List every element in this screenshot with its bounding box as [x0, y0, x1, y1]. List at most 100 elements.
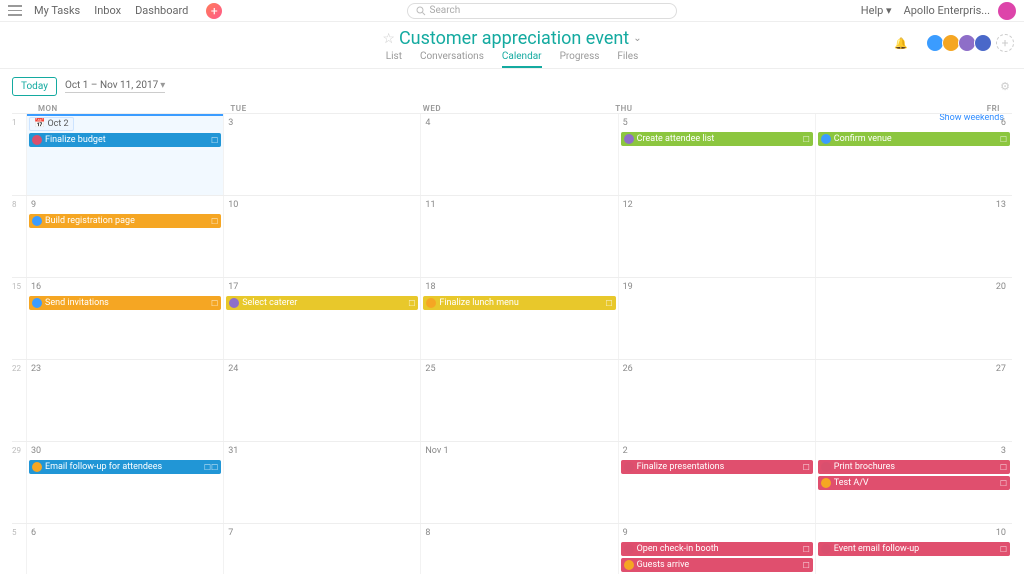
today-button[interactable]: Today	[12, 77, 57, 96]
calendar-day[interactable]: 31	[223, 442, 420, 523]
task-card[interactable]: Finalize budget☐	[29, 133, 221, 147]
calendar-day[interactable]: 23	[26, 360, 223, 441]
task-card[interactable]: Test A/V☐	[818, 476, 1010, 490]
member-avatar[interactable]	[974, 34, 992, 52]
calendar-day[interactable]: 16 Send invitations☐	[26, 278, 223, 359]
day-header-thu: THU	[615, 104, 807, 113]
check-icon: ☐	[211, 299, 218, 308]
check-icon: ☐	[803, 135, 810, 144]
workspace-name[interactable]: Apollo Enterpris...	[904, 4, 990, 17]
chevron-down-icon: ▾	[886, 4, 892, 17]
tab-list[interactable]: List	[386, 51, 402, 68]
calendar-day[interactable]: 6 Confirm venue☐	[815, 114, 1012, 195]
task-card[interactable]: Select caterer☐	[226, 296, 418, 310]
day-number: 13	[818, 198, 1010, 212]
day-number: 19	[621, 280, 813, 294]
day-number: 26	[621, 362, 813, 376]
search-icon	[416, 6, 426, 16]
calendar-day[interactable]: 3 Print brochures☐ Test A/V☐	[815, 442, 1012, 523]
calendar-day[interactable]: 26	[618, 360, 815, 441]
check-icon: ☐	[211, 136, 218, 145]
assignee-avatar	[624, 134, 634, 144]
day-number: 6	[818, 116, 1010, 130]
page-title[interactable]: Customer appreciation event	[399, 28, 629, 49]
day-number: 20	[818, 280, 1010, 294]
calendar-day[interactable]: 2 Finalize presentations☐	[618, 442, 815, 523]
calendar-day[interactable]: 19	[618, 278, 815, 359]
calendar-day[interactable]: 17 Select caterer☐	[223, 278, 420, 359]
calendar-day[interactable]: 3	[223, 114, 420, 195]
calendar-day[interactable]: 20	[815, 278, 1012, 359]
task-card[interactable]: Finalize lunch menu☐	[423, 296, 615, 310]
project-members: 🔔 +	[894, 34, 1014, 52]
calendar-day[interactable]: 12	[618, 196, 815, 277]
day-header-mon: MON	[38, 104, 230, 113]
nav-inbox[interactable]: Inbox	[94, 4, 121, 17]
calendar-day[interactable]: Nov 1	[420, 442, 617, 523]
task-card[interactable]: Email follow-up for attendees☐☐	[29, 460, 221, 474]
calendar-day[interactable]: 10 Event email follow-up☐	[815, 524, 1012, 574]
tab-files[interactable]: Files	[617, 51, 638, 68]
task-card[interactable]: Confirm venue☐	[818, 132, 1010, 146]
calendar-day[interactable]: 10	[223, 196, 420, 277]
menu-icon[interactable]	[8, 4, 22, 18]
gear-icon[interactable]: ⚙	[1000, 80, 1010, 93]
help-link[interactable]: Help ▾	[861, 4, 892, 17]
day-header-tue: TUE	[230, 104, 422, 113]
assignee-avatar	[32, 298, 42, 308]
check-icon: ☐	[211, 217, 218, 226]
calendar-day[interactable]: 4	[420, 114, 617, 195]
chevron-down-icon[interactable]: ⌄	[633, 33, 641, 44]
task-card[interactable]: Finalize presentations☐	[621, 460, 813, 474]
task-card[interactable]: Send invitations☐	[29, 296, 221, 310]
day-number: 9	[621, 526, 813, 540]
date-range-picker[interactable]: Oct 1 – Nov 11, 2017▾	[65, 80, 165, 93]
bell-icon[interactable]: 🔔	[894, 37, 908, 50]
tab-progress[interactable]: Progress	[560, 51, 600, 68]
calendar-day[interactable]: 6	[26, 524, 223, 574]
calendar-day[interactable]: 25	[420, 360, 617, 441]
calendar-day[interactable]: 27	[815, 360, 1012, 441]
add-member-button[interactable]: +	[996, 34, 1014, 52]
day-number: 10	[818, 526, 1010, 540]
assignee-avatar	[821, 462, 831, 472]
day-number: 18	[423, 280, 615, 294]
new-button[interactable]: +	[206, 3, 222, 19]
tab-calendar[interactable]: Calendar	[502, 51, 542, 68]
task-card[interactable]: Guests arrive☐	[621, 558, 813, 572]
calendar-day[interactable]: 📅 Oct 2 Finalize budget☐	[26, 114, 223, 195]
star-icon[interactable]: ☆	[382, 31, 395, 47]
day-number: 2	[621, 444, 813, 458]
check-icon: ☐	[605, 299, 612, 308]
calendar-day[interactable]: 30 Email follow-up for attendees☐☐	[26, 442, 223, 523]
calendar-day[interactable]: 13	[815, 196, 1012, 277]
calendar-day[interactable]: 11	[420, 196, 617, 277]
day-header-fri: FRI	[808, 104, 1000, 113]
tab-conversations[interactable]: Conversations	[420, 51, 484, 68]
check-icon: ☐	[1000, 479, 1007, 488]
calendar-day[interactable]: 18 Finalize lunch menu☐	[420, 278, 617, 359]
nav-dashboard[interactable]: Dashboard	[135, 4, 188, 17]
assignee-avatar	[821, 544, 831, 554]
task-card[interactable]: Print brochures☐	[818, 460, 1010, 474]
calendar-day[interactable]: 8	[420, 524, 617, 574]
calendar-day[interactable]: 9 Build registration page☐	[26, 196, 223, 277]
task-card[interactable]: Event email follow-up☐	[818, 542, 1010, 556]
calendar-day[interactable]: 5 Create attendee list☐	[618, 114, 815, 195]
task-card[interactable]: Open check-in booth☐	[621, 542, 813, 556]
calendar-day[interactable]: 24	[223, 360, 420, 441]
calendar-day[interactable]: 9 Open check-in booth☐ Guests arrive☐	[618, 524, 815, 574]
nav-my-tasks[interactable]: My Tasks	[34, 4, 80, 17]
calendar-day[interactable]: 7	[223, 524, 420, 574]
top-bar: My Tasks Inbox Dashboard + Search Help ▾…	[0, 0, 1024, 22]
check-icon: ☐	[408, 299, 415, 308]
search-input[interactable]: Search	[407, 3, 677, 19]
avatar[interactable]	[998, 2, 1016, 20]
task-card[interactable]: Create attendee list☐	[621, 132, 813, 146]
calendar-week: 8 9 Build registration page☐ 10 11 12 13	[12, 195, 1012, 277]
calendar-week: 5 6 7 8 9 Open check-in booth☐ Guests ar…	[12, 523, 1012, 574]
check-icon: ☐	[1000, 135, 1007, 144]
calendar-toolbar: Today Oct 1 – Nov 11, 2017▾ ⚙	[0, 69, 1024, 104]
task-card[interactable]: Build registration page☐	[29, 214, 221, 228]
day-number: 11	[423, 198, 615, 212]
